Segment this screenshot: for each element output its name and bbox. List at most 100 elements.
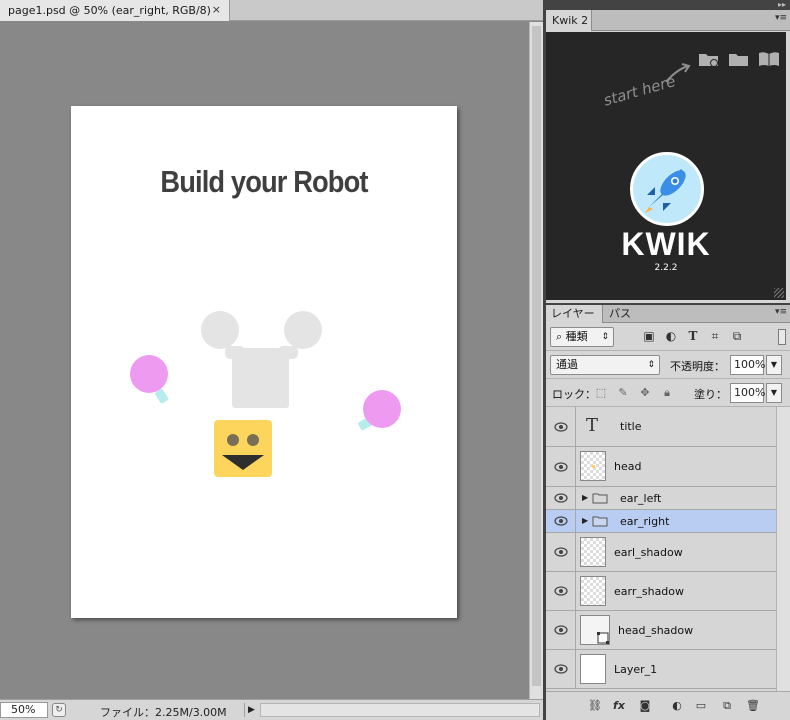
tab-kwik[interactable]: Kwik 2 xyxy=(546,10,592,31)
start-here-arrow-icon xyxy=(665,63,691,83)
layer-name: ear_right xyxy=(620,515,670,528)
layer-list: T title head ▶ ear_left ▶ ear_right earl… xyxy=(546,407,776,691)
layer-row-title[interactable]: T title xyxy=(546,407,776,447)
resize-grip-icon[interactable] xyxy=(774,288,784,298)
layer-row-earr-shadow[interactable]: earr_shadow xyxy=(546,572,776,611)
chevron-updown-icon: ⇕ xyxy=(601,332,609,342)
layer-name: ear_left xyxy=(620,492,662,505)
status-menu-arrow-icon[interactable]: ▶ xyxy=(244,703,258,717)
visibility-eye-icon[interactable] xyxy=(546,407,576,446)
opacity-label: 不透明度： xyxy=(670,360,725,373)
layer-thumbnail xyxy=(580,576,606,606)
smart-object-filter-icon[interactable]: ⧉ xyxy=(730,329,744,343)
adjustment-layer-icon[interactable]: ◐ xyxy=(670,699,684,713)
lock-row: ロック： ⬚ ✎ ✥ 🔒︎ 塗り： 100% ▼ xyxy=(546,379,790,407)
new-layer-icon[interactable]: ⧉ xyxy=(720,699,734,713)
open-folder-icon[interactable] xyxy=(728,50,750,68)
document-tab-title: page1.psd @ 50% (ear_right, RGB/8) xyxy=(8,4,211,17)
ear-left-graphic xyxy=(130,355,169,404)
visibility-eye-icon[interactable] xyxy=(546,487,576,509)
lock-transparent-icon[interactable]: ⬚ xyxy=(594,386,608,400)
kwik-content: start here KWIK 2.2.2 xyxy=(546,32,786,300)
document-tab[interactable]: page1.psd @ 50% (ear_right, RGB/8) × xyxy=(0,0,230,21)
layer-row-layer-1[interactable]: Layer_1 xyxy=(546,650,776,689)
visibility-eye-icon[interactable] xyxy=(546,611,576,649)
document-area: page1.psd @ 50% (ear_right, RGB/8) × Bui… xyxy=(0,0,543,720)
tab-paths[interactable]: パス xyxy=(604,305,638,323)
visibility-eye-icon[interactable] xyxy=(546,510,576,532)
layer-thumbnail xyxy=(580,654,606,684)
fill-label: 塗り： xyxy=(694,388,727,401)
visibility-eye-icon[interactable] xyxy=(546,572,576,610)
lock-all-icon[interactable]: 🔒︎ xyxy=(660,386,674,400)
expand-arrow-icon[interactable]: ▶ xyxy=(582,516,588,525)
scrollbar-thumb[interactable] xyxy=(532,26,541,686)
visibility-eye-icon[interactable] xyxy=(546,533,576,571)
zoom-field[interactable]: 50% xyxy=(0,702,48,718)
layer-list-scrollbar[interactable] xyxy=(776,407,790,691)
help-book-icon[interactable] xyxy=(758,50,780,68)
panel-menu-icon[interactable]: ▾≡ xyxy=(775,13,787,23)
visibility-eye-icon[interactable] xyxy=(546,447,576,486)
opacity-input[interactable]: 100% xyxy=(730,355,765,375)
artboard-page[interactable]: Build your Robot xyxy=(71,106,457,618)
new-project-icon[interactable] xyxy=(698,50,720,68)
filter-kind-select[interactable]: ⌕ 種類 ⇕ xyxy=(550,327,614,347)
fill-input[interactable]: 100% xyxy=(730,383,765,403)
vertical-scrollbar[interactable] xyxy=(529,22,543,699)
folder-icon xyxy=(592,493,608,504)
close-icon[interactable]: × xyxy=(212,3,221,16)
search-icon: ⌕ xyxy=(556,330,563,343)
layer-thumbnail xyxy=(580,615,610,645)
layer-row-ear-right[interactable]: ▶ ear_right xyxy=(546,510,776,533)
kwik-toolbar xyxy=(698,50,784,72)
layer-row-head-shadow[interactable]: head_shadow xyxy=(546,611,776,650)
trash-icon[interactable]: 🗑︎ xyxy=(746,699,760,713)
kwik-tab-bar: Kwik 2 ▾≡ xyxy=(546,10,790,31)
filter-kind-value: 種類 xyxy=(565,330,588,343)
head-shadow-graphic xyxy=(201,311,322,408)
layer-name: earr_shadow xyxy=(614,585,685,598)
tab-layers[interactable]: レイヤー xyxy=(546,305,603,323)
canvas-area[interactable]: Build your Robot xyxy=(0,22,529,699)
lock-label: ロック： xyxy=(552,388,596,401)
visibility-eye-icon[interactable] xyxy=(546,650,576,688)
lock-position-move-icon[interactable]: ✥ xyxy=(638,386,652,400)
layer-thumbnail xyxy=(580,537,606,567)
shape-layer-icon xyxy=(597,632,609,644)
layer-row-earl-shadow[interactable]: earl_shadow xyxy=(546,533,776,572)
layer-name: head_shadow xyxy=(618,624,694,637)
layer-row-head[interactable]: head xyxy=(546,447,776,487)
new-group-folder-icon[interactable]: ▭ xyxy=(694,699,708,713)
kwik-logo-icon xyxy=(630,152,704,226)
link-layers-icon[interactable]: ⛓ xyxy=(588,699,602,713)
shape-filter-icon[interactable]: ⌗ xyxy=(708,329,722,343)
lock-image-brush-icon[interactable]: ✎ xyxy=(616,386,630,400)
blend-row: 通過 ⇕ 不透明度： 100% ▼ xyxy=(546,351,790,379)
type-filter-icon[interactable]: T xyxy=(686,329,700,343)
layer-row-ear-left[interactable]: ▶ ear_left xyxy=(546,487,776,510)
image-filter-icon[interactable]: ▣ xyxy=(642,329,656,343)
panel-menu-icon[interactable]: ▾≡ xyxy=(775,307,787,317)
rocket-icon xyxy=(645,169,686,213)
layer-filter-row: ⌕ 種類 ⇕ ▣ ◐ T ⌗ ⧉ xyxy=(546,323,790,351)
opacity-dropdown-icon[interactable]: ▼ xyxy=(766,355,782,375)
horizontal-scrollbar[interactable] xyxy=(260,703,540,717)
fill-dropdown-icon[interactable]: ▼ xyxy=(766,383,782,403)
layer-thumbnail xyxy=(580,451,606,481)
blend-mode-value: 通過 xyxy=(556,358,578,371)
document-tab-bar: page1.psd @ 50% (ear_right, RGB/8) × xyxy=(0,0,543,21)
blend-mode-select[interactable]: 通過 ⇕ xyxy=(550,355,660,375)
dock-collapse-icon[interactable]: ▸▸ xyxy=(778,0,786,9)
layer-name: Layer_1 xyxy=(614,663,658,676)
navigator-icon[interactable]: ↻ xyxy=(52,703,66,717)
folder-icon xyxy=(592,516,608,527)
ear-right-graphic xyxy=(358,390,401,431)
add-mask-icon[interactable]: ◙ xyxy=(638,699,652,713)
status-bar: 50% ↻ ファイル：2.25M/3.00M ▶ xyxy=(0,699,543,720)
layer-style-fx-icon[interactable]: fx xyxy=(612,699,626,713)
layer-name: earl_shadow xyxy=(614,546,683,559)
expand-arrow-icon[interactable]: ▶ xyxy=(582,493,588,502)
adjustment-filter-icon[interactable]: ◐ xyxy=(664,329,678,343)
filter-toggle[interactable] xyxy=(778,329,786,345)
